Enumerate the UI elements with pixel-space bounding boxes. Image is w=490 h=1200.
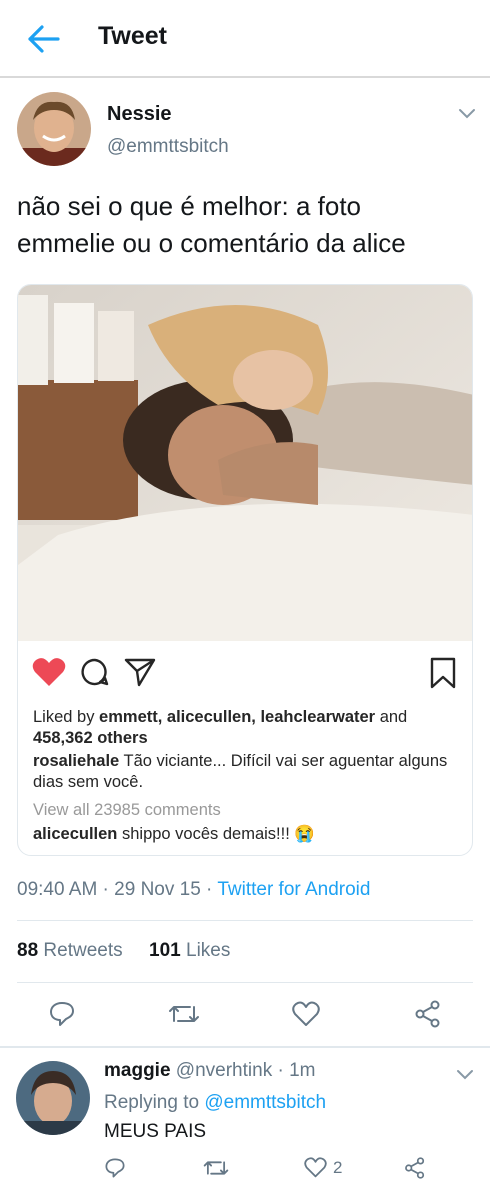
caption-username[interactable]: rosaliehale bbox=[33, 752, 119, 770]
instagram-actions bbox=[18, 649, 472, 694]
tweet-text-line: emmelie ou o comentário da alice bbox=[17, 228, 406, 258]
retweet-icon bbox=[169, 1006, 199, 1022]
liked-others-count[interactable]: 458,362 others bbox=[33, 728, 148, 749]
embedded-image-card[interactable]: Liked by emmett, alicecullen, leahclearw… bbox=[17, 284, 473, 856]
retweet-button[interactable] bbox=[168, 1001, 200, 1027]
reply-icon bbox=[50, 1002, 74, 1026]
author-handle[interactable]: @emmttsbitch bbox=[107, 136, 229, 158]
reply-icon bbox=[105, 1158, 125, 1178]
reply-author[interactable]: maggie @nverhtink · 1m bbox=[104, 1060, 315, 1082]
heart-outline-icon bbox=[304, 1157, 327, 1178]
tweet-text-line: não sei o que é melhor: a foto bbox=[17, 191, 362, 221]
heart-filled-icon[interactable] bbox=[32, 657, 66, 692]
author-name[interactable]: Nessie bbox=[107, 103, 172, 126]
share-direct-icon[interactable] bbox=[124, 657, 156, 692]
like-button[interactable] bbox=[292, 1001, 320, 1027]
tweet-source-link[interactable]: Twitter for Android bbox=[217, 879, 370, 900]
reply-share-button[interactable] bbox=[404, 1157, 426, 1179]
heart-outline-icon bbox=[292, 1001, 320, 1026]
comment-username[interactable]: alicecullen bbox=[33, 825, 117, 843]
reply-text: MEUS PAIS bbox=[104, 1121, 207, 1142]
page-title: Tweet bbox=[98, 22, 167, 50]
reply-menu-chevron-icon[interactable] bbox=[456, 1067, 476, 1081]
reply-reply-button[interactable] bbox=[104, 1157, 126, 1179]
reply-like-button[interactable]: 2 bbox=[304, 1157, 342, 1178]
retweets-stat[interactable]: 88 Retweets bbox=[17, 940, 123, 961]
divider bbox=[0, 1046, 490, 1048]
view-all-comments-link[interactable]: View all 23985 comments bbox=[33, 800, 221, 821]
reply-like-count: 2 bbox=[333, 1157, 343, 1177]
caption-text: rosaliehale Tão viciante... Difícil vai … bbox=[33, 752, 448, 770]
reply-retweet-button[interactable] bbox=[203, 1157, 229, 1179]
divider bbox=[17, 982, 473, 983]
comment-icon[interactable] bbox=[80, 657, 110, 692]
back-arrow-icon[interactable] bbox=[24, 22, 64, 56]
reply-button[interactable] bbox=[48, 1000, 76, 1028]
reply-author-avatar[interactable] bbox=[16, 1061, 90, 1135]
top-bar: Tweet bbox=[0, 0, 490, 78]
liked-users[interactable]: emmett, alicecullen, leahclearwater bbox=[99, 708, 375, 726]
replying-to-handle[interactable]: @emmttsbitch bbox=[204, 1092, 326, 1113]
reply-author-name[interactable]: maggie bbox=[104, 1060, 171, 1081]
couple-photo[interactable] bbox=[18, 285, 472, 641]
tweet-timestamp: 09:40 AM · 29 Nov 15 · Twitter for Andro… bbox=[17, 879, 371, 900]
tweet-text: não sei o que é melhor: a foto emmelie o… bbox=[17, 188, 477, 262]
retweet-icon bbox=[203, 1161, 229, 1175]
share-icon bbox=[405, 1157, 425, 1179]
tweet-stats: 88 Retweets 101 Likes bbox=[17, 940, 230, 962]
reply-author-handle[interactable]: @nverhtink · 1m bbox=[171, 1060, 316, 1081]
divider bbox=[17, 920, 473, 921]
share-icon bbox=[415, 1000, 440, 1028]
author-avatar[interactable] bbox=[17, 92, 91, 166]
replying-to-label: Replying to @emmttsbitch bbox=[104, 1092, 327, 1113]
tweet-menu-chevron-icon[interactable] bbox=[458, 106, 478, 120]
caption-text-continued: dias sem você. bbox=[33, 773, 144, 791]
liked-by-text: Liked by emmett, alicecullen, leahclearw… bbox=[33, 708, 408, 726]
comment-text: alicecullen shippo vocês demais!!! 😭 bbox=[33, 825, 315, 843]
likes-stat[interactable]: 101 Likes bbox=[149, 940, 230, 961]
share-button[interactable] bbox=[414, 1000, 442, 1028]
bookmark-icon[interactable] bbox=[430, 657, 456, 694]
